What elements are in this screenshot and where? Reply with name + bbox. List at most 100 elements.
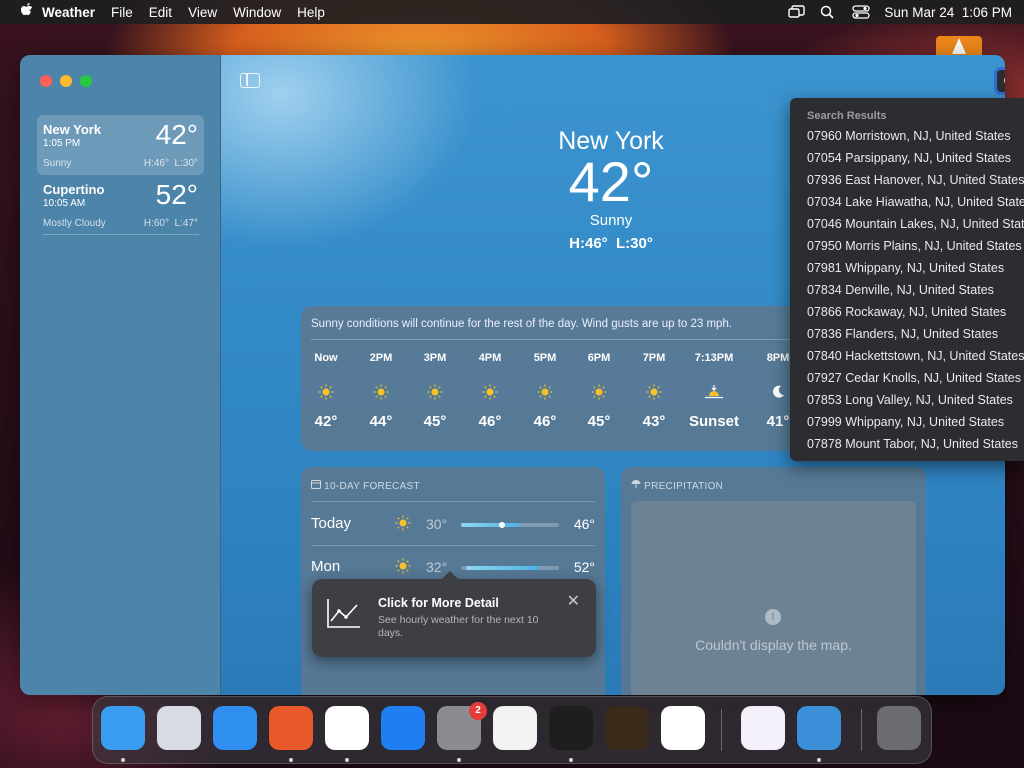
results-header: Search Results: [807, 110, 887, 122]
search-result-item[interactable]: 07950 Morris Plains, NJ, United States: [807, 239, 1022, 253]
search-result-item[interactable]: 07836 Flanders, NJ, United States: [807, 327, 998, 341]
screen-mirroring-icon[interactable]: [788, 5, 806, 19]
trash-icon[interactable]: [877, 706, 921, 750]
running-indicator: [289, 758, 293, 762]
current-condition: Sunny: [589, 212, 633, 229]
sun-icon: [356, 384, 406, 400]
hour-label: 2PM: [369, 352, 393, 364]
apple-menu-icon[interactable]: [12, 2, 33, 22]
hourly-divider: [311, 339, 791, 340]
forecast-day: Today: [311, 515, 352, 532]
forecast-low: 30°: [426, 516, 448, 532]
hour-column: Now 42°: [301, 352, 351, 430]
search-result-item[interactable]: 07878 Mount Tabor, NJ, United States: [807, 437, 1018, 451]
garageband-icon[interactable]: [605, 706, 649, 750]
hour-column: 7:13PM Sunset: [689, 352, 739, 430]
sun-icon: [395, 558, 411, 578]
temperature-range-fill: [461, 523, 520, 527]
running-indicator: [345, 758, 349, 762]
zoom-window-button[interactable]: [80, 75, 92, 87]
current-conditions: New York 42° Sunny H:46° L:30°: [511, 127, 711, 252]
search-result-item[interactable]: 07046 Mountain Lakes, NJ, United States: [807, 217, 1024, 231]
sun-icon: [301, 384, 351, 400]
weather-icon[interactable]: [797, 706, 841, 750]
dock-separator: [861, 709, 862, 751]
city-condition: Sunny: [43, 158, 72, 169]
search-result-item[interactable]: 07927 Cedar Knolls, NJ, United States: [807, 371, 1021, 385]
hour-temp: Sunset: [689, 413, 740, 430]
spotlight-search-icon[interactable]: [820, 5, 838, 19]
search-result-item[interactable]: 07834 Denville, NJ, United States: [807, 283, 994, 297]
close-window-button[interactable]: [40, 75, 52, 87]
app-menu[interactable]: Weather: [34, 5, 103, 20]
sidebar-toggle-icon[interactable]: [240, 73, 260, 88]
file-menu[interactable]: File: [103, 5, 141, 20]
launchpad-icon[interactable]: [157, 706, 201, 750]
forecast-title: 10-DAY FORECAST: [324, 481, 420, 492]
search-result-item[interactable]: 07981 Whippany, NJ, United States: [807, 261, 1004, 275]
forecast-row[interactable]: Today 30° 46°: [311, 507, 595, 547]
forecast-divider: [311, 501, 595, 502]
window-menu[interactable]: Window: [225, 5, 289, 20]
textedit-icon[interactable]: [493, 706, 537, 750]
menubar-clock[interactable]: Sun Mar 24 1:06 PM: [884, 5, 1012, 20]
notification-badge: 2: [469, 702, 487, 720]
hour-temp: 43°: [642, 413, 666, 430]
search-result-item[interactable]: 07034 Lake Hiawatha, NJ, United States: [807, 195, 1024, 209]
search-result-item[interactable]: 07936 East Hanover, NJ, United States: [807, 173, 1024, 187]
city-card-cupertino[interactable]: Cupertino 10:05 AM 52° Mostly Cloudy H:6…: [37, 175, 204, 235]
city-name: Cupertino: [43, 182, 105, 197]
sun-icon: [395, 515, 411, 535]
sun-icon: [629, 384, 679, 400]
view-menu[interactable]: View: [180, 5, 225, 20]
city-temp: 42°: [155, 119, 198, 150]
precipitation-panel[interactable]: PRECIPITATION ! Couldn't display the map…: [621, 467, 926, 695]
forecast-divider: [311, 545, 595, 546]
search-result-item[interactable]: 07840 Hackettstown, NJ, United States: [807, 349, 1024, 363]
hour-temp: 46°: [533, 413, 557, 430]
hour-column: 4PM 46°: [465, 352, 515, 430]
city-hilo: H:46° L:30°: [143, 158, 198, 169]
city-time: 1:05 PM: [43, 138, 81, 149]
firefox-icon[interactable]: [269, 706, 313, 750]
precipitation-map[interactable]: ! Couldn't display the map.: [631, 501, 916, 695]
terminal-icon[interactable]: [549, 706, 593, 750]
hour-column: 2PM 44°: [356, 352, 406, 430]
search-result-item[interactable]: 07054 Parsippany, NJ, United States: [807, 151, 1011, 165]
hourly-forecast-panel[interactable]: Sunny conditions will continue for the r…: [301, 306, 801, 451]
search-result-item[interactable]: 07999 Whippany, NJ, United States: [807, 415, 1004, 429]
city-condition: Mostly Cloudy: [43, 218, 106, 229]
tooltip-subtitle: See hourly weather for the next 10 days.: [378, 614, 539, 639]
current-temp: 42°: [568, 150, 654, 213]
close-icon[interactable]: ✕: [567, 591, 580, 611]
safari-icon[interactable]: [213, 706, 257, 750]
control-center-icon[interactable]: [852, 5, 871, 19]
hourly-summary: Sunny conditions will continue for the r…: [311, 318, 733, 330]
city-time: 10:05 AM: [43, 198, 86, 209]
search-result-item[interactable]: 07853 Long Valley, NJ, United States: [807, 393, 1013, 407]
chrome-icon[interactable]: [325, 706, 369, 750]
vscode-icon[interactable]: [661, 706, 705, 750]
minimize-window-button[interactable]: [60, 75, 72, 87]
map-error-message: Couldn't display the map.: [695, 637, 852, 653]
alert-icon: !: [765, 609, 781, 625]
city-card-new-york[interactable]: New York 1:05 PM 42° Sunny H:46° L:30°: [37, 115, 204, 175]
visual-studio-icon[interactable]: [741, 706, 785, 750]
hour-temp: 45°: [587, 413, 611, 430]
forecast-high: 46°: [573, 516, 595, 532]
hour-label: 7:13PM: [694, 352, 734, 364]
finder-icon[interactable]: [101, 706, 145, 750]
search-result-item[interactable]: 07866 Rockaway, NJ, United States: [807, 305, 1006, 319]
hour-label: 4PM: [478, 352, 502, 364]
forecast-day: Mon: [311, 558, 341, 575]
search-result-item[interactable]: 07960 Morristown, NJ, United States: [807, 129, 1011, 143]
more-detail-tooltip[interactable]: Click for More Detail See hourly weather…: [312, 571, 596, 657]
app-store-icon[interactable]: [381, 706, 425, 750]
edit-menu[interactable]: Edit: [141, 5, 180, 20]
search-field[interactable]: ×: [994, 67, 1005, 95]
calendar-icon: [311, 480, 324, 492]
running-indicator: [457, 758, 461, 762]
system-settings-icon[interactable]: 2: [437, 702, 487, 750]
dock: 2: [92, 696, 932, 764]
help-menu[interactable]: Help: [289, 5, 333, 20]
